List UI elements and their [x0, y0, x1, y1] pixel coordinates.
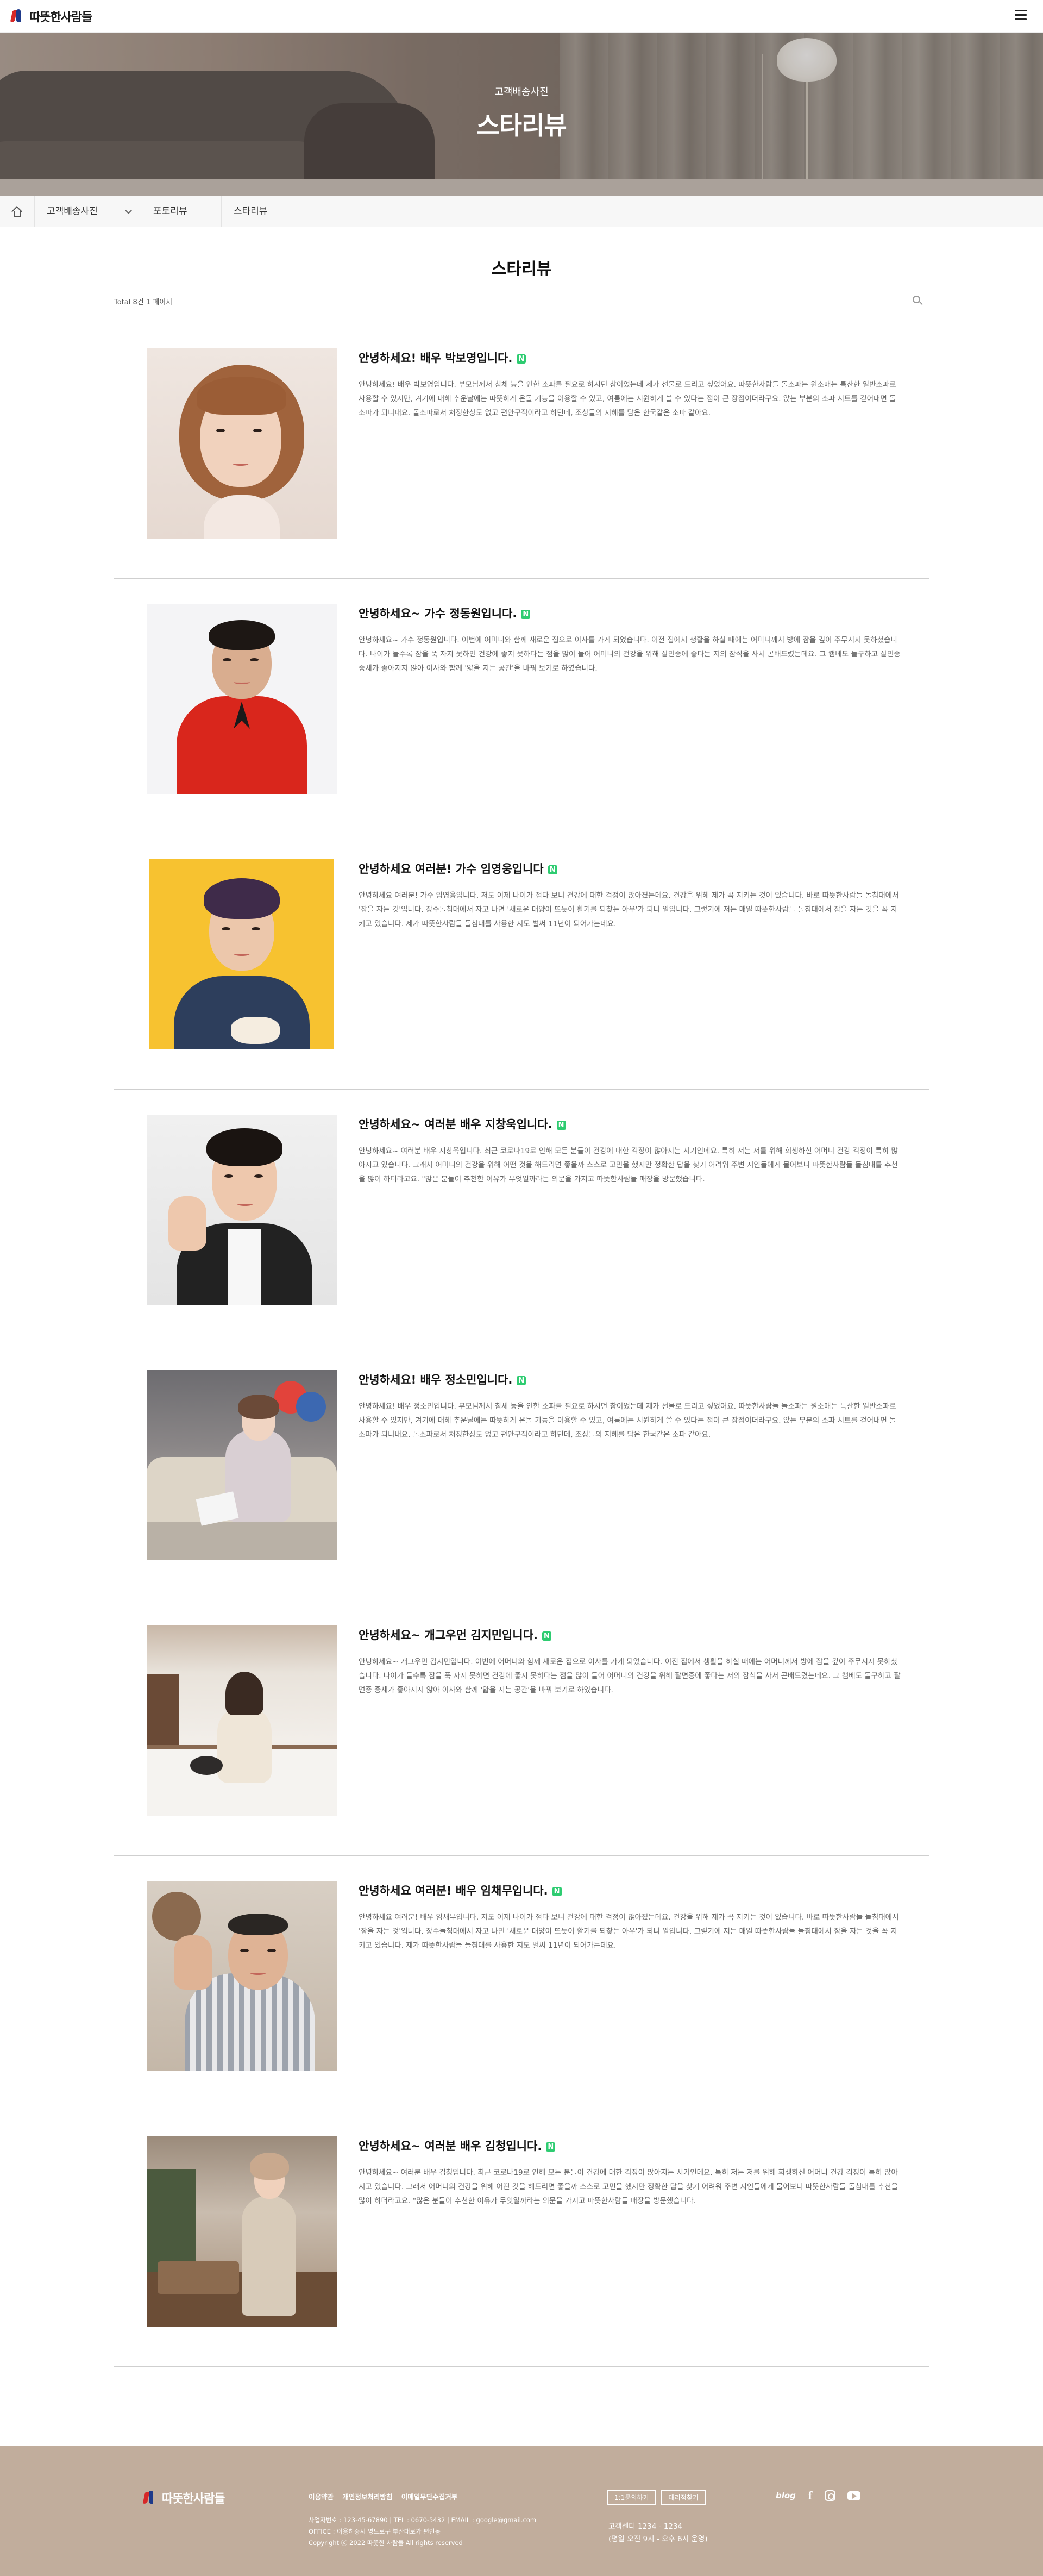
site-header: 따뜻한사람들 [0, 0, 1043, 33]
new-badge: N [521, 610, 531, 619]
footer-link-privacy[interactable]: 개인정보처리방침 [342, 2493, 392, 2501]
footer-link-email-policy[interactable]: 이메일무단수집거부 [401, 2493, 458, 2501]
new-badge: N [552, 1887, 562, 1896]
new-badge: N [556, 1121, 566, 1130]
hero-title: 스타리뷰 [476, 111, 567, 140]
review-thumbnail[interactable] [147, 348, 337, 539]
review-title[interactable]: 안녕하세요 여러분! 배우 임채무입니다. N [359, 1882, 902, 1898]
logo-mark-icon [142, 2490, 159, 2506]
review-excerpt: 안녕하세요! 배우 박보영입니다. 부모님께서 침체 능을 인한 소파를 필요로… [359, 380, 896, 417]
home-icon [11, 205, 23, 217]
search-icon[interactable] [913, 296, 923, 307]
subnav-category-label: 고객배송사진 [47, 206, 98, 217]
new-badge: N [542, 1631, 551, 1641]
chevron-down-icon [125, 207, 132, 214]
footer-info-line: OFFICE : 이용하중시 영도로구 부산대로가 편인동 [309, 2528, 441, 2535]
board-total-count: Total 8건 1 페이지 [114, 298, 173, 307]
review-excerpt: 안녕하세요~ 여러분 배우 지창욱입니다. 최근 코로나19로 인해 모든 분들… [359, 1147, 898, 1184]
new-badge: N [517, 1376, 526, 1385]
review-thumbnail[interactable] [147, 1370, 337, 1560]
footer-links: 이용약관 개인정보처리방침 이메일무단수집거부 [309, 2491, 464, 2502]
review-title[interactable]: 안녕하세요 여러분! 가수 임영웅입니다 N [359, 860, 902, 877]
review-post[interactable]: 안녕하세요! 배우 정소민입니다. N 안녕하세요! 배우 정소민입니다. 부모님… [114, 1345, 929, 1600]
subnav-item-photo-review[interactable]: 포토리뷰 [141, 196, 222, 227]
footer-customer-center: 고객센터 1234 - 1234 (평일 오전 9시 - 오후 6시 운영) [608, 2521, 708, 2546]
footer-copyright: Copyright ⓒ 2022 따뜻한 사람들 All rights rese… [309, 2539, 463, 2547]
review-thumbnail[interactable] [147, 604, 337, 794]
review-excerpt: 안녕하세요~ 여러분 배우 김청입니다. 최근 코로나19로 인해 모든 분들이… [359, 2168, 898, 2205]
review-post[interactable]: 안녕하세요 여러분! 배우 임채무입니다. N 안녕하세요 여러분! 배우 임채무… [114, 1856, 929, 2111]
instagram-icon[interactable] [824, 2490, 835, 2501]
logo-text: 따뜻한사람들 [29, 11, 92, 24]
subnav-item-star-review[interactable]: 스타리뷰 [222, 196, 293, 227]
review-excerpt: 안녕하세요 여러분! 가수 임영웅입니다. 저도 이제 나이가 점다 보니 건강… [359, 891, 899, 928]
new-badge: N [546, 2142, 556, 2152]
review-post[interactable]: 안녕하세요~ 여러분 배우 김청입니다. N 안녕하세요~ 여러분 배우 김청입니… [114, 2111, 929, 2367]
customer-center-phone: 고객센터 1234 - 1234 [608, 2522, 683, 2531]
review-thumbnail[interactable] [147, 1115, 337, 1305]
site-footer: 따뜻한사람들 이용약관 개인정보처리방침 이메일무단수집거부 사업자번호 : 1… [0, 2446, 1043, 2576]
site-logo[interactable]: 따뜻한사람들 [10, 8, 92, 25]
logo-mark-icon [10, 8, 26, 24]
subnav-home-button[interactable] [0, 196, 35, 227]
review-post[interactable]: 안녕하세요~ 가수 정동원입니다. N 안녕하세요~ 가수 정동원입니다. 이번에… [114, 579, 929, 834]
review-excerpt: 안녕하세요! 배우 정소민입니다. 부모님께서 침체 능을 인한 소파를 필요로… [359, 1402, 896, 1439]
review-post[interactable]: 안녕하세요~ 개그우먼 김지민입니다. N 안녕하세요~ 개그우먼 김지민입니다.… [114, 1600, 929, 1856]
new-badge: N [517, 354, 526, 364]
review-title[interactable]: 안녕하세요! 배우 박보영입니다. N [359, 349, 902, 366]
youtube-icon[interactable] [847, 2491, 860, 2500]
hamburger-menu-icon[interactable] [1015, 10, 1027, 21]
new-badge: N [548, 865, 557, 874]
review-title[interactable]: 안녕하세요~ 가수 정동원입니다. N [359, 605, 902, 621]
footer-logo-text: 따뜻한사람들 [162, 2492, 225, 2506]
sub-navigation: 고객배송사진 포토리뷰 스타리뷰 [0, 196, 1043, 227]
subnav-category-dropdown[interactable]: 고객배송사진 [35, 196, 141, 227]
footer-link-terms[interactable]: 이용약관 [309, 2493, 334, 2501]
hero-banner: 고객배송사진 스타리뷰 [0, 33, 1043, 196]
review-excerpt: 안녕하세요~ 개그우먼 김지민입니다. 이번에 어머니와 함께 새로운 집으로 … [359, 1658, 901, 1695]
footer-info-line: 사업자번호 : 123-45-67890 | TEL : 0670-5432 |… [309, 2516, 537, 2524]
facebook-icon[interactable]: f [808, 2489, 813, 2502]
review-thumbnail[interactable] [149, 859, 334, 1049]
footer-social-links: blog f [776, 2489, 872, 2502]
review-post[interactable]: 안녕하세요! 배우 박보영입니다. N 안녕하세요! 배우 박보영입니다. 부모님… [114, 323, 929, 579]
find-dealer-button[interactable]: 대리점찾기 [661, 2490, 706, 2505]
blog-icon[interactable]: blog [776, 2491, 796, 2500]
review-thumbnail[interactable] [147, 1625, 337, 1816]
footer-company-info: 사업자번호 : 123-45-67890 | TEL : 0670-5432 |… [309, 2515, 536, 2549]
review-title[interactable]: 안녕하세요~ 개그우먼 김지민입니다. N [359, 1627, 902, 1643]
board-title: 스타리뷰 [491, 260, 552, 279]
inquiry-button[interactable]: 1:1문의하기 [607, 2490, 656, 2505]
footer-logo[interactable]: 따뜻한사람들 [142, 2489, 225, 2506]
review-post[interactable]: 안녕하세요~ 여러분 배우 지창욱입니다. N 안녕하세요~ 여러분 배우 지창욱… [114, 1090, 929, 1345]
review-title[interactable]: 안녕하세요~ 여러분 배우 김청입니다. N [359, 2137, 902, 2154]
customer-center-hours: (평일 오전 9시 - 오후 6시 운영) [608, 2535, 708, 2543]
review-thumbnail[interactable] [147, 1881, 337, 2071]
hero-subtitle: 고객배송사진 [494, 86, 549, 98]
review-thumbnail[interactable] [147, 2136, 337, 2327]
footer-buttons: 1:1문의하기 대리점찾기 [607, 2490, 711, 2505]
review-title[interactable]: 안녕하세요! 배우 정소민입니다. N [359, 1371, 902, 1387]
review-excerpt: 안녕하세요 여러분! 배우 임채무입니다. 저도 이제 나이가 점다 보니 건강… [359, 1913, 899, 1950]
review-post[interactable]: 안녕하세요 여러분! 가수 임영웅입니다 N 안녕하세요 여러분! 가수 임영웅입… [114, 834, 929, 1090]
review-excerpt: 안녕하세요~ 가수 정동원입니다. 이번에 어머니와 함께 새로운 집으로 이사… [359, 636, 901, 673]
review-title[interactable]: 안녕하세요~ 여러분 배우 지창욱입니다. N [359, 1116, 902, 1132]
